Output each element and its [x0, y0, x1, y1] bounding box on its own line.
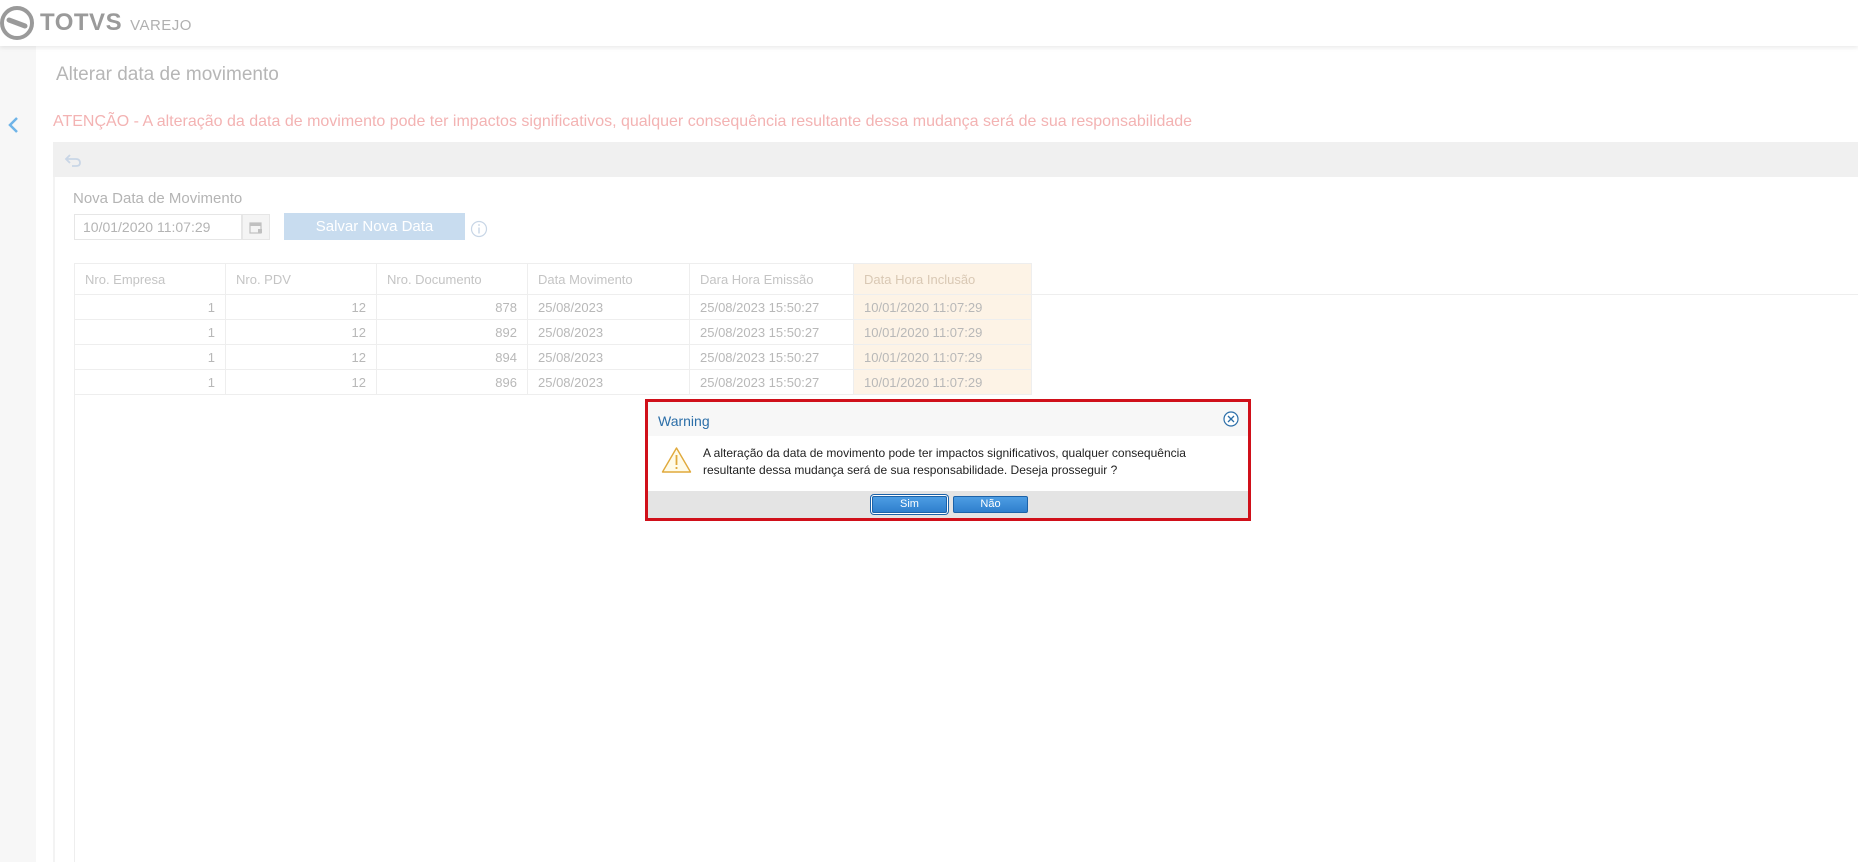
save-new-date-button[interactable]: Salvar Nova Data [284, 213, 465, 240]
attention-message: ATENÇÃO - A alteração da data de movimen… [53, 113, 1193, 130]
table-row[interactable]: 1 12 896 25/08/2023 25/08/2023 15:50:27 … [75, 369, 1032, 395]
warning-dialog: Warning A alteração da data de movimento… [645, 399, 1251, 521]
cell-documento: 878 [376, 294, 528, 320]
column-header[interactable]: Nro. Empresa [75, 263, 226, 295]
totvs-logo-icon [0, 6, 34, 40]
cell-empresa: 1 [75, 294, 226, 320]
cell-pdv: 12 [225, 344, 377, 370]
brand-name: TOTVS [40, 9, 123, 36]
brand-logo[interactable]: TOTVS VAREJO [0, 6, 192, 40]
cell-data-inclusao: 10/01/2020 11:07:29 [853, 344, 1032, 370]
panel-toolbar [53, 142, 1858, 177]
cell-data-emissao: 25/08/2023 15:50:27 [689, 369, 854, 395]
warning-triangle-icon [661, 447, 692, 473]
no-button[interactable]: Não [953, 496, 1028, 513]
brand-product: VAREJO [130, 16, 192, 34]
table-row[interactable]: 1 12 894 25/08/2023 25/08/2023 15:50:27 … [75, 344, 1032, 370]
dialog-message-line: resultante dessa mudança será de sua res… [703, 463, 1118, 477]
cell-empresa: 1 [75, 319, 226, 345]
dialog-footer: Sim Não [648, 491, 1248, 518]
undo-icon[interactable] [64, 152, 82, 168]
yes-button[interactable]: Sim [872, 496, 947, 513]
cell-documento: 894 [376, 344, 528, 370]
cell-data-movimento: 25/08/2023 [527, 319, 690, 345]
cell-documento: 896 [376, 369, 528, 395]
cell-empresa: 1 [75, 344, 226, 370]
left-rail [0, 46, 36, 862]
cell-data-emissao: 25/08/2023 15:50:27 [689, 294, 854, 320]
dialog-header: Warning [648, 402, 1248, 436]
column-header[interactable]: Dara Hora Emissão [689, 263, 854, 295]
cell-pdv: 12 [225, 294, 377, 320]
cell-data-movimento: 25/08/2023 [527, 294, 690, 320]
page-title: Alterar data de movimento [56, 64, 279, 85]
cell-documento: 892 [376, 319, 528, 345]
dialog-message-line: A alteração da data de movimento pode te… [703, 446, 1186, 460]
dialog-title: Warning [658, 413, 710, 429]
cell-data-emissao: 25/08/2023 15:50:27 [689, 344, 854, 370]
column-header[interactable]: Data Hora Inclusão [853, 263, 1032, 295]
cell-data-inclusao: 10/01/2020 11:07:29 [853, 369, 1032, 395]
calendar-icon [249, 221, 262, 234]
table-header-row: Nro. Empresa Nro. PDV Nro. Documento Dat… [75, 263, 1032, 295]
dialog-body: A alteração da data de movimento pode te… [648, 436, 1248, 491]
cell-data-movimento: 25/08/2023 [527, 344, 690, 370]
column-header[interactable]: Data Movimento [527, 263, 690, 295]
table-row[interactable]: 1 12 892 25/08/2023 25/08/2023 15:50:27 … [75, 319, 1032, 345]
date-field-label: Nova Data de Movimento [73, 190, 243, 207]
cell-data-inclusao: 10/01/2020 11:07:29 [853, 319, 1032, 345]
back-arrow-icon[interactable] [6, 116, 22, 134]
info-icon[interactable] [470, 220, 488, 238]
cell-pdv: 12 [225, 369, 377, 395]
column-header[interactable]: Nro. PDV [225, 263, 377, 295]
cell-pdv: 12 [225, 319, 377, 345]
column-header[interactable]: Nro. Documento [376, 263, 528, 295]
top-bar: TOTVS VAREJO [0, 0, 1858, 46]
date-input[interactable] [74, 214, 242, 240]
cell-empresa: 1 [75, 369, 226, 395]
dialog-message: A alteração da data de movimento pode te… [703, 445, 1233, 479]
cell-data-inclusao: 10/01/2020 11:07:29 [853, 294, 1032, 320]
close-circle-icon[interactable] [1223, 411, 1239, 427]
movements-table: Nro. Empresa Nro. PDV Nro. Documento Dat… [75, 263, 1032, 395]
cell-data-emissao: 25/08/2023 15:50:27 [689, 319, 854, 345]
movements-grid: Nro. Empresa Nro. PDV Nro. Documento Dat… [74, 263, 1858, 862]
table-row[interactable]: 1 12 878 25/08/2023 25/08/2023 15:50:27 … [75, 294, 1032, 320]
cell-data-movimento: 25/08/2023 [527, 369, 690, 395]
calendar-button[interactable] [242, 214, 270, 240]
